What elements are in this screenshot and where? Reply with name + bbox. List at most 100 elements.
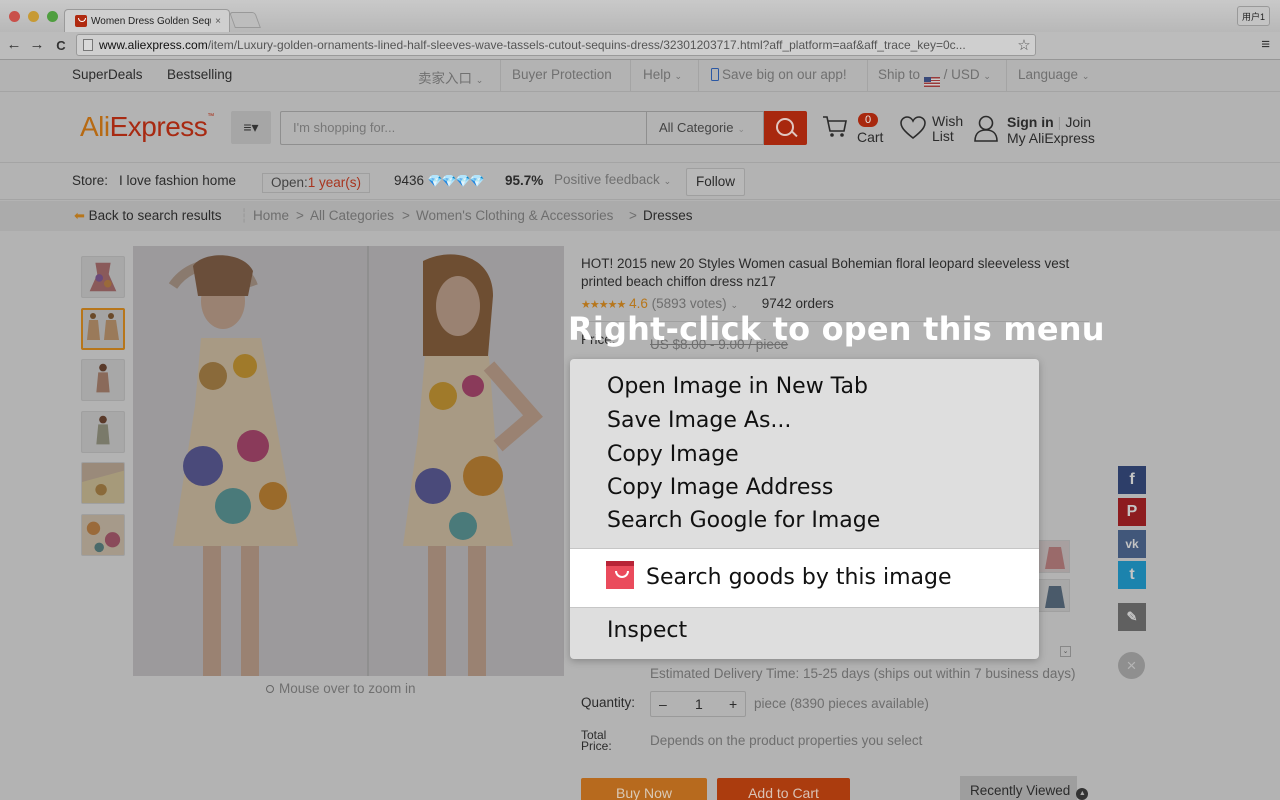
edit-icon[interactable]: ✎ [1118,603,1146,631]
quantity-decrease-button[interactable]: – [659,696,667,712]
window-minimize-button[interactable] [28,11,39,22]
breadcrumb-all-categories[interactable]: All Categories [310,208,394,223]
search-category-select[interactable]: All Categorie ⌄ [646,111,764,145]
thumbnail[interactable] [81,359,125,401]
shipping-dropdown-icon[interactable]: ⌄ [1060,646,1071,657]
thumbnail[interactable] [81,256,125,298]
add-to-cart-button[interactable]: Add to Cart [717,778,850,800]
zoom-hint: Mouse over to zoom in [266,681,416,696]
nav-bestselling[interactable]: Bestselling [167,67,232,82]
breadcrumb-home[interactable]: Home [253,208,289,223]
menu-item-copy-image-address[interactable]: Copy Image Address [570,471,1039,505]
phone-icon [711,68,719,81]
product-main-image[interactable] [133,246,564,676]
join-link[interactable]: Join [1065,114,1091,130]
thumbnail-active[interactable] [81,307,125,350]
thumbnail[interactable] [81,513,125,556]
browser-menu-icon[interactable]: ≡ [1261,36,1270,53]
nav-ship-to[interactable]: Ship to / USD ⌄ [878,67,991,87]
chevron-down-icon: ⌄ [1081,71,1090,81]
nav-divider [867,60,868,92]
feedback-percent: 95.7% [505,173,544,188]
nav-buyer-protection[interactable]: Buyer Protection [512,67,612,82]
chevron-down-icon: ⌄ [475,75,484,85]
chevron-down-icon: ⌄ [737,124,745,134]
color-variant-thumb[interactable] [1038,540,1070,573]
menu-item-save-image-as[interactable]: Save Image As... [570,404,1039,438]
menu-item-search-goods-by-image[interactable]: Search goods by this image [570,549,1039,607]
buy-now-button[interactable]: Buy Now [581,778,707,800]
store-open-badge: Open:1 year(s) [262,173,371,193]
total-price-value: Depends on the product properties you se… [650,733,923,748]
cart-link[interactable]: Cart [857,129,883,145]
my-aliexpress-link[interactable]: My AliExpress [1007,130,1095,146]
menu-item-open-image-new-tab[interactable]: Open Image in New Tab [570,370,1039,404]
logo-express: Express [109,111,208,142]
total-price-label: Total Price: [581,728,612,753]
feedback-label: Positive feedback [554,172,660,187]
recently-viewed-tab[interactable]: Recently Viewed ▲ [960,776,1089,800]
quantity-increase-button[interactable]: + [729,696,737,712]
window-close-button[interactable] [9,11,20,22]
back-to-results-link[interactable]: ⬅ Back to search results [74,208,221,224]
window-zoom-button[interactable] [47,11,58,22]
nav-help[interactable]: Help ⌄ [643,67,682,82]
aliexpress-favicon-icon [75,15,87,27]
quantity-input[interactable]: 1 [695,696,703,712]
follow-button[interactable]: Follow [686,168,746,196]
context-menu: Open Image in New Tab Save Image As... C… [570,359,1039,659]
cart-icon[interactable] [822,115,848,139]
facebook-share-icon[interactable]: f [1118,466,1146,494]
sign-in-link[interactable]: Sign in [1007,114,1054,130]
magnifier-icon [266,685,274,693]
menu-item-inspect[interactable]: Inspect [570,614,1039,648]
heart-icon[interactable] [900,116,926,140]
nav-superdeals[interactable]: SuperDeals [72,67,143,82]
nav-seller-entry[interactable]: 卖家入口 ⌄ [418,67,483,87]
nav-divider [1006,60,1007,92]
address-bar[interactable]: www.aliexpress.com /item/Luxury-golden-o… [76,34,1036,56]
forward-arrow-icon[interactable]: → [28,36,46,53]
reload-icon[interactable]: C [52,38,70,53]
search-button[interactable] [764,111,807,145]
browser-tab[interactable]: Women Dress Golden Sequ × [64,9,230,32]
score-value: 9436 [394,173,425,188]
twitter-share-icon[interactable]: t [1118,561,1146,589]
chevron-down-icon: ⌄ [674,71,683,81]
menu-item-copy-image[interactable]: Copy Image [570,438,1039,472]
language-label: Language [1018,67,1079,82]
nav-divider [630,60,631,92]
new-tab-button[interactable] [229,12,261,28]
product-rating[interactable]: ★★★★★ 4.6 (5893 votes) ⌄ 9742 orders [581,296,834,311]
currency-label: / USD [943,67,980,82]
pinterest-share-icon[interactable]: P [1118,498,1146,526]
instruction-annotation: Right-click to open this menu [568,310,1105,348]
profile-button[interactable]: 用户1 [1237,6,1270,26]
browser-toolbar: ← → C www.aliexpress.com /item/Luxury-go… [0,32,1280,60]
close-icon[interactable]: × [1118,652,1145,679]
breadcrumb-womens-clothing[interactable]: Women's Clothing & Accessories [416,208,613,223]
tab-close-icon[interactable]: × [211,16,225,27]
back-arrow-icon[interactable]: ← [5,36,23,53]
color-variant-thumb[interactable] [1038,579,1070,612]
categories-menu-button[interactable]: ≡▾ [231,111,271,144]
chevron-down-icon: ⌄ [730,300,738,310]
store-name-link[interactable]: I love fashion home [119,173,236,188]
menu-item-search-google-image[interactable]: Search Google for Image [570,504,1039,538]
search-input[interactable]: I'm shopping for... [280,111,646,145]
bookmark-star-icon[interactable]: ☆ [1013,36,1035,54]
wish-list-link[interactable]: Wish List [932,114,972,144]
user-icon[interactable] [974,114,998,142]
store-score[interactable]: 9436 💎💎💎💎 [394,173,485,188]
nav-language[interactable]: Language ⌄ [1018,67,1089,82]
nav-app-promo[interactable]: Save big on our app! [711,67,847,82]
nav-divider [698,60,699,92]
thumbnail[interactable] [81,410,125,453]
aliexpress-logo[interactable]: AliExpress™ [80,111,214,143]
thumbnail[interactable] [81,462,125,504]
seller-entry-label: 卖家入口 [418,71,472,86]
vk-share-icon[interactable]: vk [1118,530,1146,558]
quantity-available: piece (8390 pieces available) [754,696,929,711]
top-nav: SuperDeals Bestselling 卖家入口 ⌄ Buyer Prot… [0,60,1280,92]
positive-feedback-dropdown[interactable]: Positive feedback ⌄ [554,172,671,187]
